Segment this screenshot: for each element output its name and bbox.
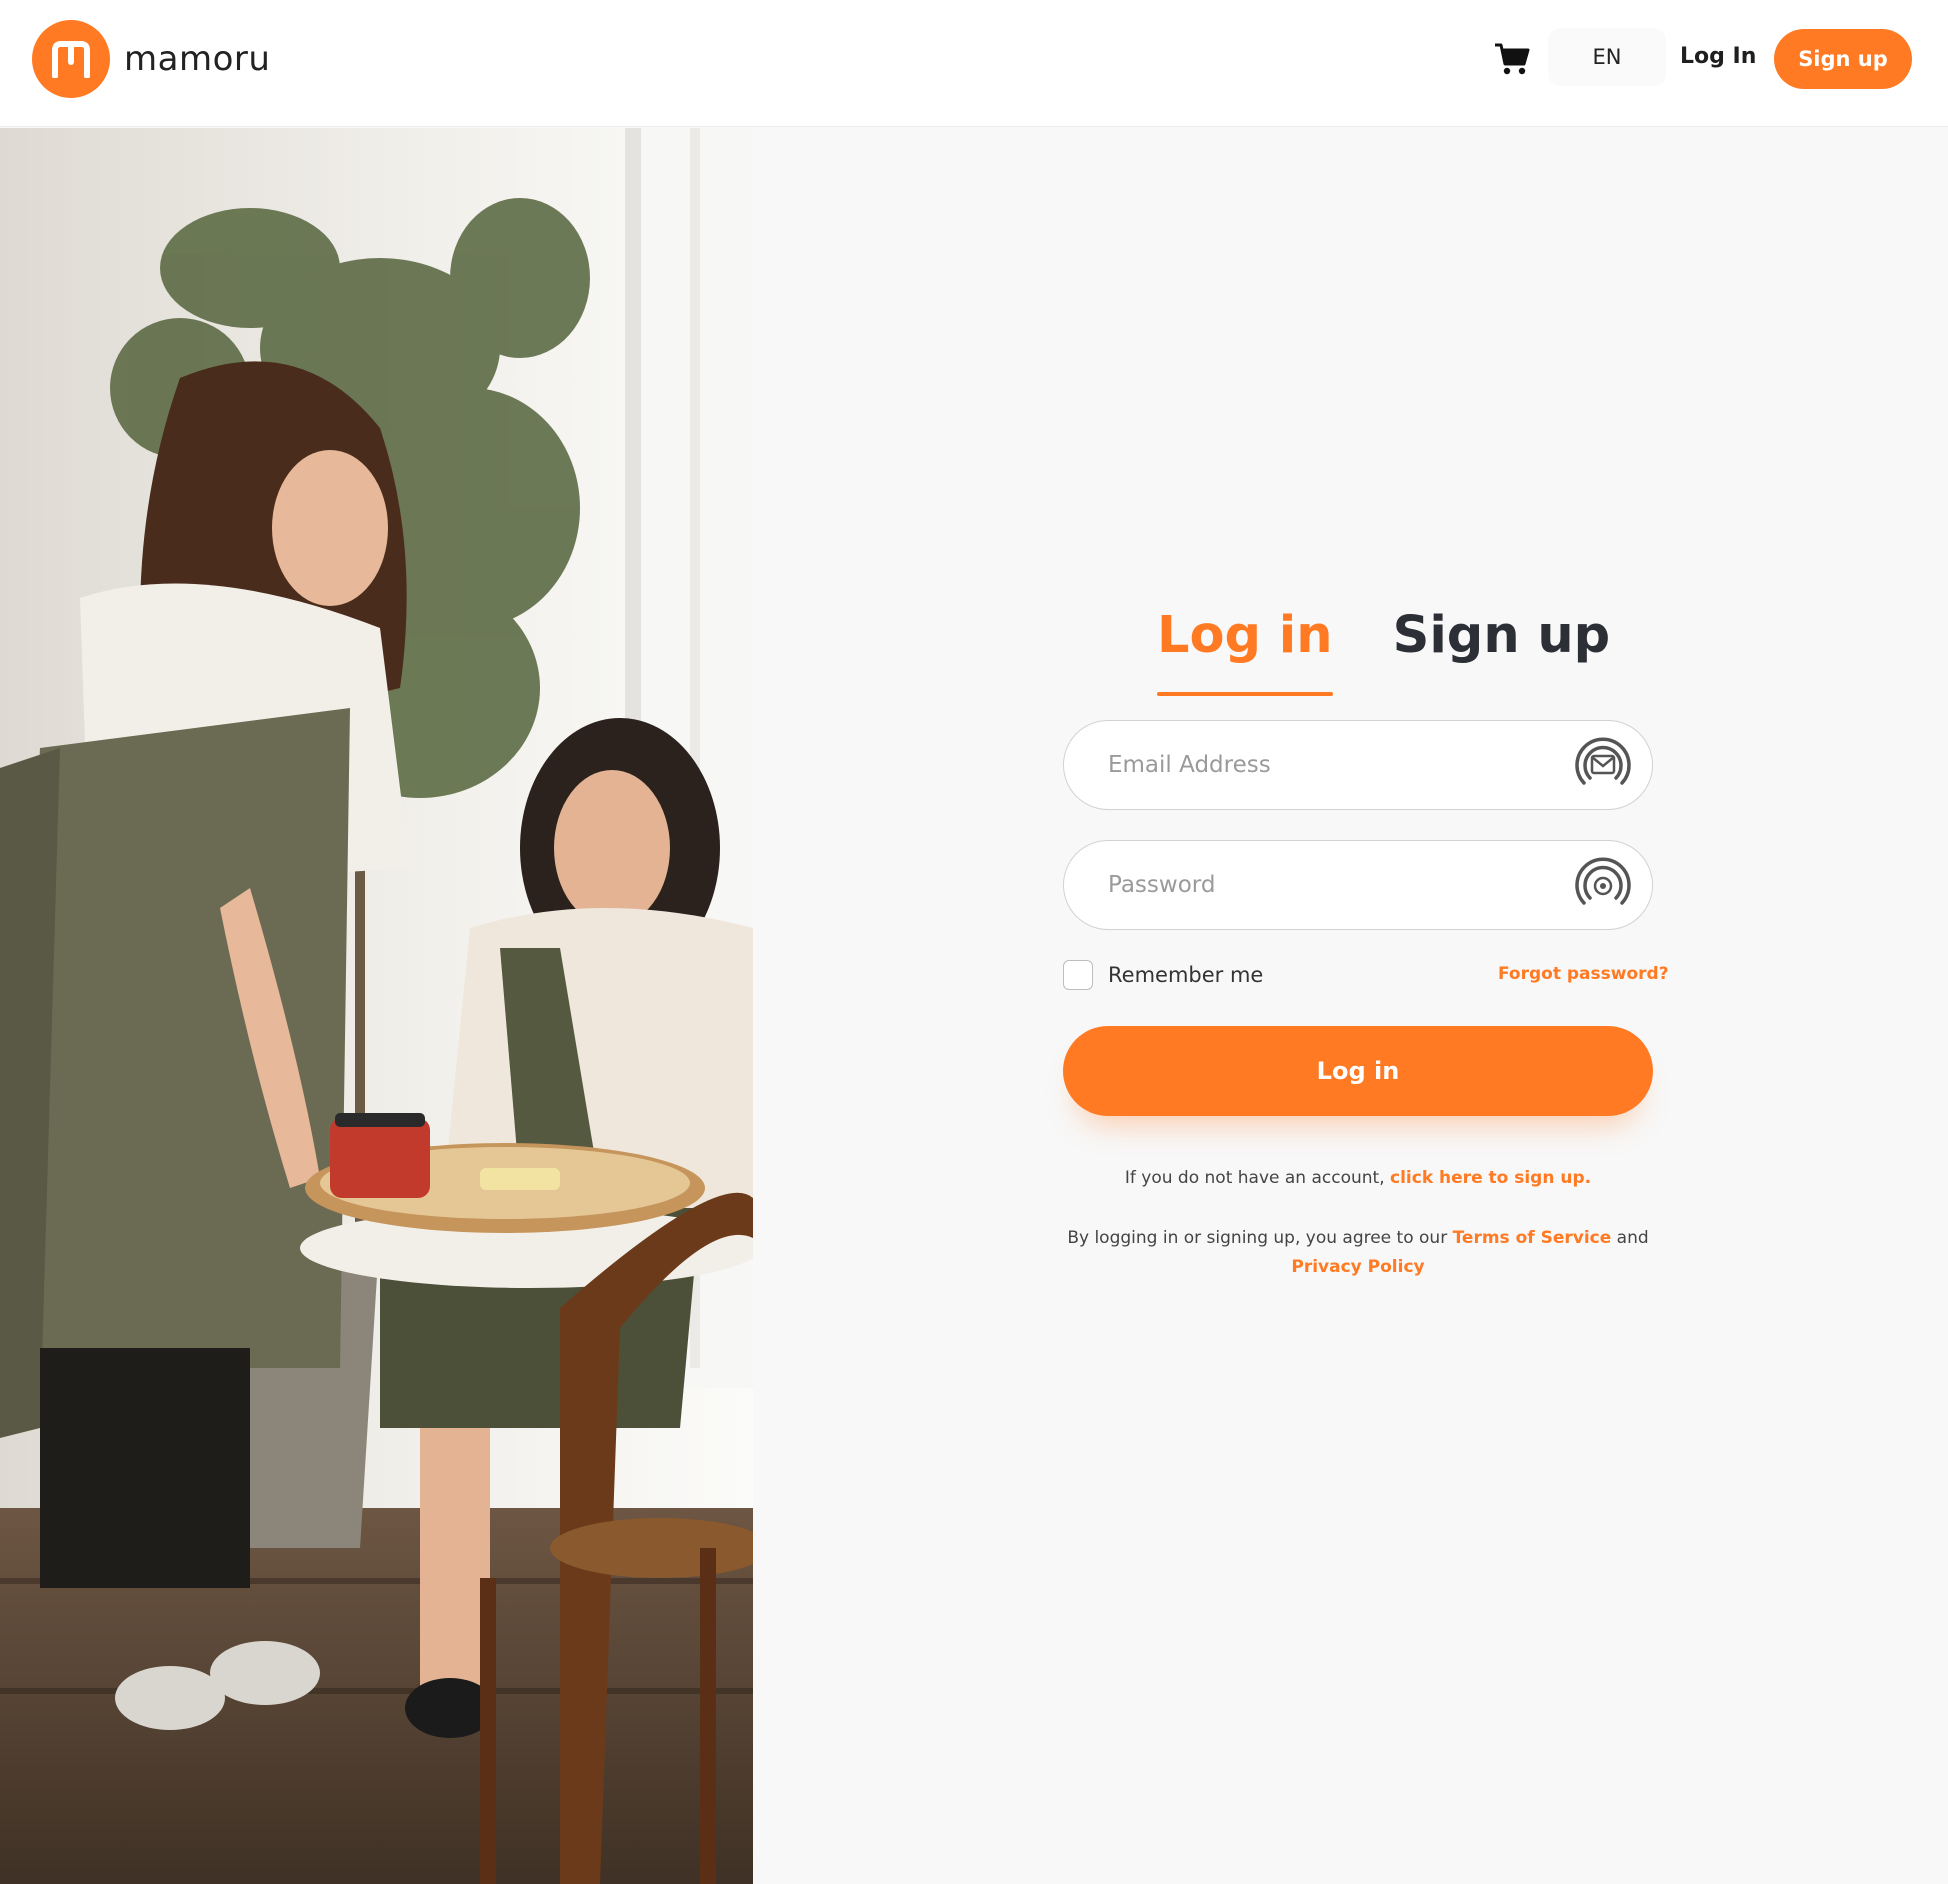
remember-me-checkbox[interactable] [1063,960,1093,990]
signup-link[interactable]: click here to sign up. [1390,1168,1591,1188]
agreement-text: By logging in or signing up, you agree t… [1063,1224,1653,1282]
header-signup-button[interactable]: Sign up [1774,29,1912,89]
email-icon [1570,733,1636,799]
top-navigation-bar: mamoru EN Log In Sign up [0,0,1948,127]
privacy-policy-link[interactable]: Privacy Policy [1291,1257,1424,1277]
login-submit-button[interactable]: Log in [1063,1026,1653,1116]
language-selector[interactable]: EN [1548,28,1666,86]
password-icon [1570,853,1636,919]
email-input[interactable] [1108,721,1548,809]
auth-tabs: Log in Sign up [1157,606,1610,696]
remember-me-label[interactable]: Remember me [1108,963,1263,987]
agreement-and: and [1616,1228,1649,1248]
signup-hint: If you do not have an account, click her… [1063,1168,1653,1188]
agreement-prefix: By logging in or signing up, you agree t… [1067,1228,1448,1248]
password-field[interactable] [1063,840,1653,930]
terms-of-service-link[interactable]: Terms of Service [1453,1228,1612,1248]
signup-prompt-text: If you do not have an account, [1124,1168,1385,1188]
brand-logo[interactable]: mamoru [32,20,270,98]
email-field[interactable] [1063,720,1653,810]
cart-icon[interactable] [1494,42,1530,76]
password-input[interactable] [1108,841,1548,929]
forgot-password-link[interactable]: Forgot password? [1498,964,1669,984]
hero-photo [0,128,753,1884]
brand-name: mamoru [124,39,271,79]
tab-log-in[interactable]: Log in [1157,606,1333,696]
header-login-link[interactable]: Log In [1680,44,1756,69]
tab-sign-up[interactable]: Sign up [1393,606,1611,696]
logo-mark-icon [32,20,110,98]
remember-me-row: Remember me [1063,960,1263,990]
